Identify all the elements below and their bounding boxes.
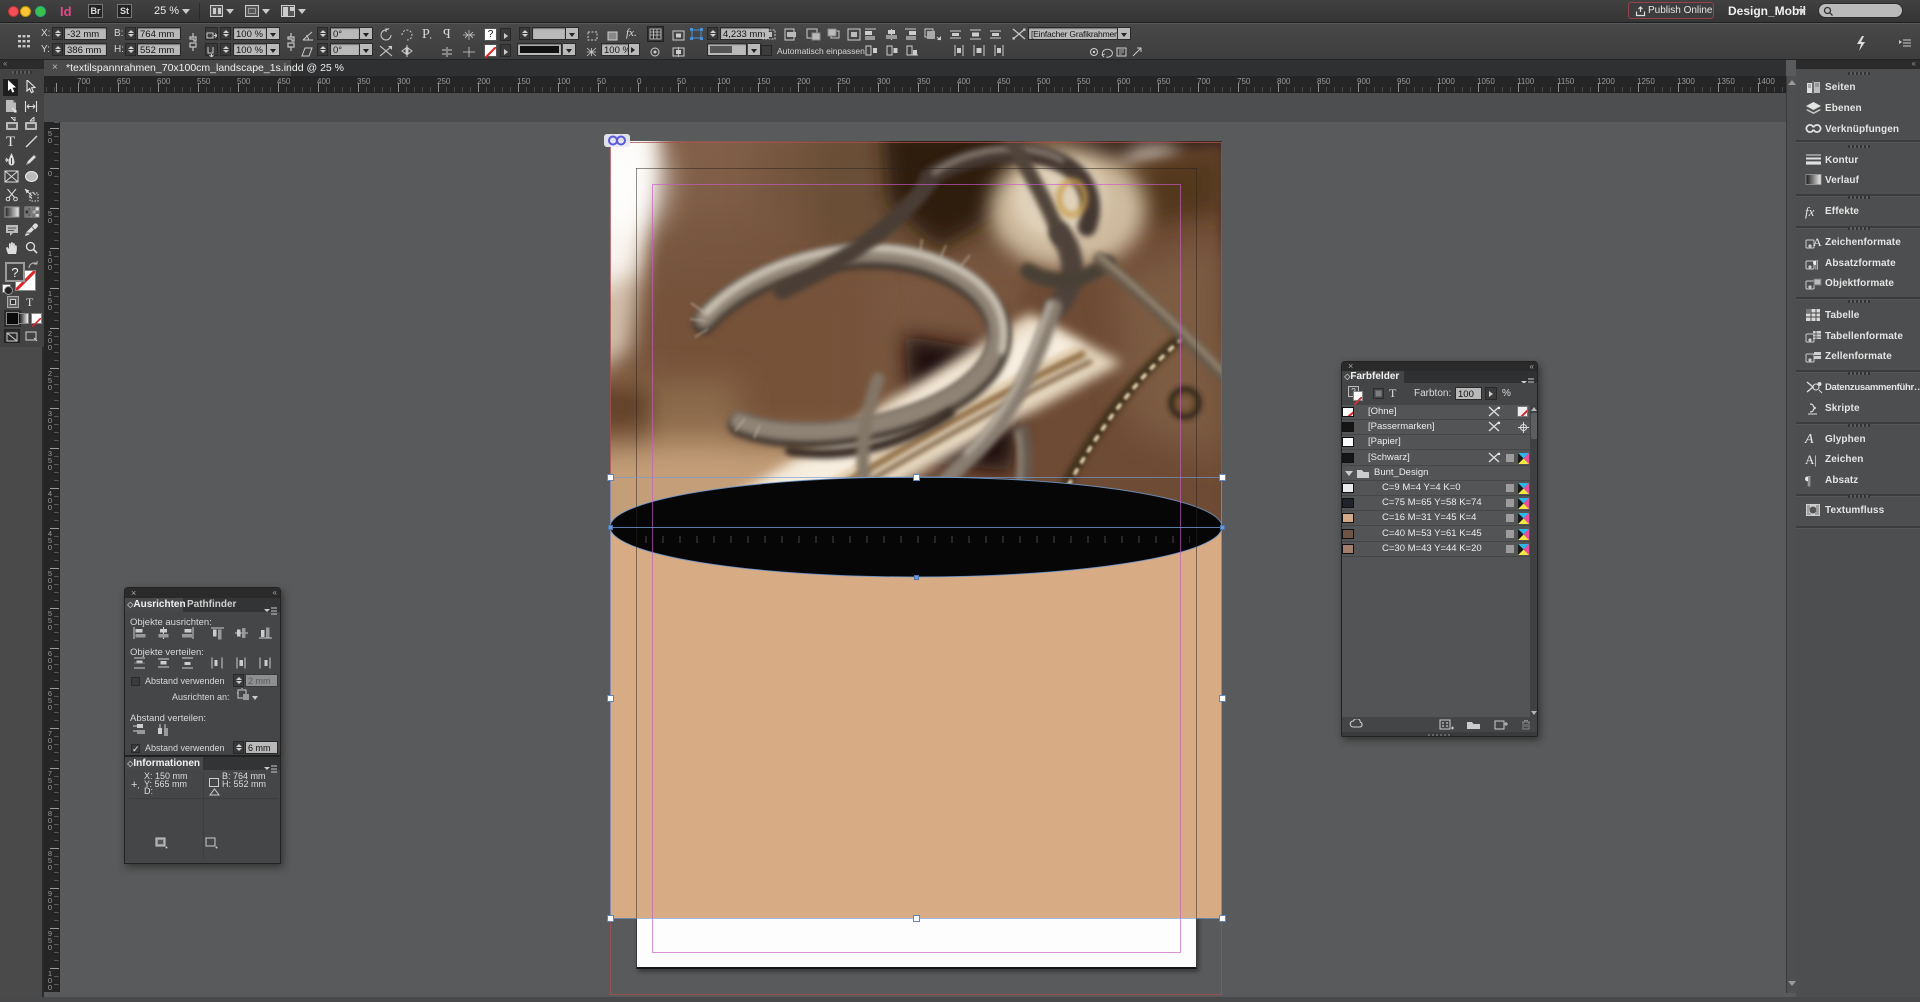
svg-text:A: A (1813, 235, 1822, 249)
svg-text:¶: ¶ (1813, 257, 1819, 270)
